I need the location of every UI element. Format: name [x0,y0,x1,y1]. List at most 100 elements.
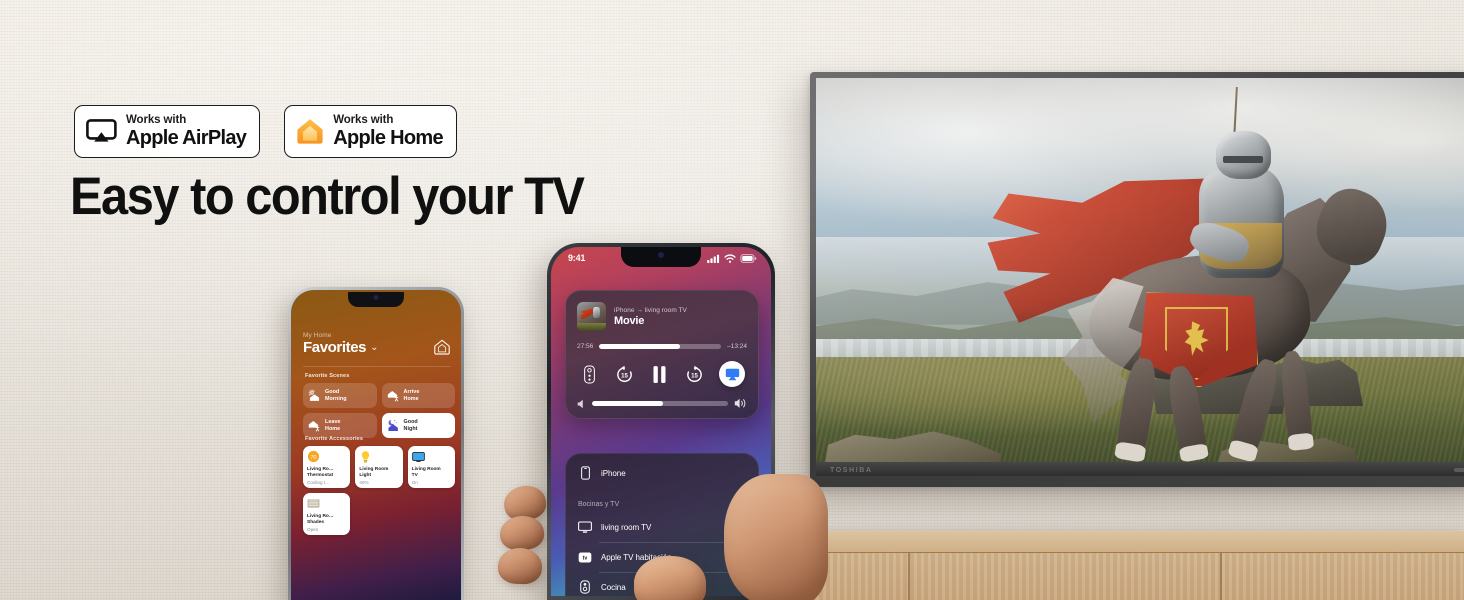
accessory-state: Open [307,526,319,532]
svg-text:15: 15 [691,372,698,379]
hoof [1179,442,1209,463]
volume-fill [592,401,663,406]
badge-brand-label: Apple AirPlay [126,127,247,150]
accessory-name: Living Ro… Thermostat [307,467,334,479]
works-with-apple-airplay-badge: Works with Apple AirPlay [74,105,261,158]
badge-small-label: Works with [126,113,187,126]
drawer-divider [1220,553,1222,600]
favorite-accessories-label: Favorite Accessories [305,436,364,442]
progress-slider[interactable] [599,344,722,349]
shades-icon [307,497,320,508]
hoof [1114,441,1147,463]
accessory-name: Living Ro… Shades [307,514,334,526]
house-walk-icon [308,419,321,432]
knight-helmet [1215,131,1271,179]
iphone-icon [578,466,592,480]
apple-home-badge-text: Works with Apple Home [333,113,443,148]
home-header: My Home Favorites ⌄ [303,332,451,356]
now-playing-card: iPhone → living room TV Movie 27:56 –13:… [565,290,759,419]
device-name: Apple TV habitación [601,552,672,562]
hoof [1227,439,1259,463]
finger [501,483,549,523]
airplay-icon [86,119,117,144]
lightbulb-icon [359,450,372,463]
television: TOSHIBA [810,72,1464,487]
sun-house-icon [308,389,321,402]
tv-knight-on-horse [953,87,1397,468]
scene-tile-arrive-home[interactable]: Arrive Home [381,383,455,408]
home-title-label: Favorites [303,339,367,356]
home-app-screen: My Home Favorites ⌄ Favorite Scenes Good… [291,290,461,600]
remote-icon[interactable] [579,364,600,385]
airplay-route-label: iPhone → living room TV [614,306,687,314]
apple-tv-icon: tv [578,550,592,564]
now-playing-text: iPhone → living room TV Movie [614,307,687,327]
accessory-state: Cooling t… [307,479,330,485]
device-row-apple-tv[interactable]: tv Apple TV habitación [566,542,758,572]
tv-console-furniture [760,531,1464,600]
favorite-accessories-grid: 70 Living Ro… Thermostat Cooling t… Livi… [303,446,455,535]
promo-banner: TOSHIBA Works with Apple AirPlay Works w… [0,0,1464,600]
homepod-icon [578,580,592,594]
works-with-apple-home-badge: Works with Apple Home [284,105,457,158]
drawer-divider [908,553,910,600]
accessory-tile-thermostat[interactable]: 70 Living Ro… Thermostat Cooling t… [303,446,351,488]
scene-label: Good Morning [325,388,347,402]
compatibility-badges: Works with Apple AirPlay Works with Appl… [74,105,457,158]
artwork-knight [593,306,601,318]
accessory-tile-tv[interactable]: Living Room TV On [407,446,455,488]
device-check-icon: ✓ [738,521,746,532]
accessory-name: Living Room Light [359,467,389,479]
status-bar-time: 9:41 [568,253,586,263]
volume-low-icon [577,399,583,408]
front-camera [373,295,379,300]
scene-tile-good-morning[interactable]: Good Morning [303,383,377,408]
signal-bars-icon [707,254,720,263]
scene-tile-leave-home[interactable]: Leave Home [303,413,377,438]
scene-tile-good-night[interactable]: Good Night [381,413,455,438]
tv-icon [411,450,425,462]
device-group-label: Bocinas y TV [578,501,620,508]
accessory-name: Living Room TV [411,467,441,479]
accessory-state: On [411,479,418,485]
volume-row [577,398,747,409]
device-row-living-room-tv[interactable]: living room TV ✓ [566,512,758,542]
pause-icon[interactable] [649,364,670,385]
tv-brand-logo: TOSHIBA [830,467,873,474]
golden-lion-emblem [1184,321,1209,356]
volume-slider[interactable] [592,401,728,406]
accessory-tile-shades[interactable]: Living Ro… Shades Open [303,493,351,535]
elapsed-time: 27:56 [577,343,594,350]
airplay-device-list: iPhone Bocinas y TV living room TV ✓ tv … [565,453,759,596]
now-playing-title: Movie [614,314,645,327]
airplay-icon[interactable] [719,361,745,387]
svg-text:15: 15 [621,372,628,379]
svg-text:70: 70 [310,455,316,461]
home-title-row[interactable]: Favorites ⌄ [303,339,451,356]
playback-progress-row: 27:56 –13:24 [577,343,747,350]
home-subtitle: My Home [303,332,332,339]
artwork-cape [580,308,595,320]
device-row-iphone[interactable]: iPhone [566,458,758,488]
svg-text:tv: tv [583,555,588,561]
accessory-tile-light[interactable]: Living Room Light 40% [355,446,403,488]
horse-leg [1114,356,1160,463]
battery-icon [740,254,757,263]
forward-15-icon[interactable]: 15 [684,364,705,385]
hoof [1287,432,1315,451]
airplay-screen: 9:41 iPhone → living room TV Movie 27:56… [551,247,771,596]
playback-controls: 15 15 [577,361,747,387]
device-name: living room TV [601,522,652,532]
device-name: Cocina [601,582,626,592]
tv-indicator-light [1454,468,1464,472]
device-row-cocina[interactable]: Cocina [566,572,758,596]
tv-icon [578,520,592,534]
console-top-surface [760,531,1464,553]
iphone-home-app: My Home Favorites ⌄ Favorite Scenes Good… [288,287,464,600]
badge-small-label: Works with [333,113,394,126]
rewind-15-icon[interactable]: 15 [614,364,635,385]
thermostat-icon: 70 [307,450,320,463]
house-outline-icon[interactable] [433,338,451,356]
moon-house-icon [387,419,400,432]
chevron-down-icon: ⌄ [370,342,379,353]
